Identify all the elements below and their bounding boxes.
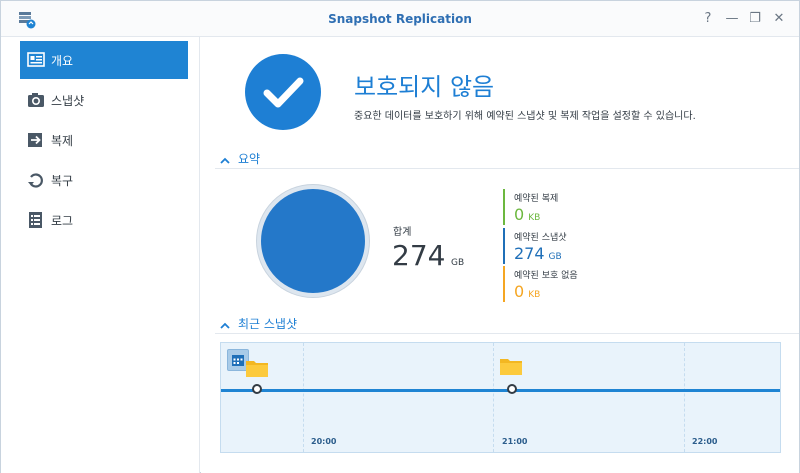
scheduled-snapshot-stat: 예약된 스냅샷 274 GB bbox=[503, 228, 633, 264]
recent-snapshots-section-header[interactable]: 최근 스냅샷 bbox=[215, 314, 799, 334]
summary-section-label: 요약 bbox=[238, 152, 261, 166]
window-title: Snapshot Replication bbox=[328, 12, 472, 26]
stat-label: 예약된 보호 없음 bbox=[514, 271, 578, 281]
timeline-time-label: 21:00 bbox=[502, 437, 528, 446]
maximize-button[interactable]: ❐ bbox=[746, 10, 764, 28]
overview-icon bbox=[27, 51, 45, 69]
replication-icon bbox=[27, 131, 45, 149]
snapshot-marker[interactable] bbox=[507, 384, 517, 394]
sidebar-item-label: 복제 bbox=[51, 134, 74, 148]
close-button[interactable]: ✕ bbox=[770, 10, 788, 28]
total-value: 274 bbox=[392, 239, 446, 272]
chevron-up-icon bbox=[219, 152, 231, 164]
minimize-button[interactable]: — bbox=[723, 10, 741, 28]
stat-label: 예약된 복제 bbox=[514, 194, 559, 204]
timeline-gridline bbox=[684, 343, 685, 452]
camera-icon bbox=[27, 91, 45, 109]
sidebar-item-recovery[interactable]: 복구 bbox=[20, 161, 188, 199]
storage-donut-chart bbox=[257, 185, 369, 297]
timeline-gridline bbox=[303, 343, 304, 452]
sidebar-item-label: 스냅샷 bbox=[51, 94, 85, 108]
sidebar-item-snapshot[interactable]: 스냅샷 bbox=[20, 81, 188, 119]
summary-section-header[interactable]: 요약 bbox=[215, 149, 799, 169]
timeline-gridline bbox=[493, 343, 494, 452]
snapshot-folder-icon[interactable] bbox=[499, 356, 523, 376]
sidebar-item-replication[interactable]: 복제 bbox=[20, 121, 188, 159]
app-window: Snapshot Replication ? — ❐ ✕ 개요 스냅샷 복제 복… bbox=[0, 0, 800, 473]
unprotected-stat: 예약된 보호 없음 0 KB bbox=[503, 266, 633, 302]
snapshot-folder-icon[interactable] bbox=[245, 358, 269, 378]
stat-value: 274 GB bbox=[514, 244, 562, 263]
total-unit: GB bbox=[451, 258, 465, 268]
title-bar[interactable]: Snapshot Replication ? — ❐ ✕ bbox=[1, 1, 799, 37]
status-check-icon bbox=[245, 54, 321, 130]
timeline-axis bbox=[221, 389, 780, 392]
stat-value: 0 KB bbox=[514, 282, 541, 301]
sidebar-item-label: 개요 bbox=[51, 54, 74, 68]
help-button[interactable]: ? bbox=[699, 10, 717, 28]
recovery-icon bbox=[27, 171, 45, 189]
scheduled-replication-stat: 예약된 복제 0 KB bbox=[503, 189, 633, 225]
total-label: 합계 bbox=[393, 227, 412, 238]
protection-status-title: 보호되지 않음 bbox=[354, 73, 495, 101]
stat-label: 예약된 스냅샷 bbox=[514, 233, 567, 243]
chevron-up-icon bbox=[219, 317, 231, 329]
log-icon bbox=[27, 211, 45, 229]
snapshot-timeline[interactable]: 20:00 21:00 22:00 bbox=[220, 342, 781, 453]
recent-snapshots-section-label: 최근 스냅샷 bbox=[238, 317, 298, 331]
sidebar-item-label: 복구 bbox=[51, 174, 74, 188]
overview-panel: 보호되지 않음 중요한 데이터를 보호하기 위해 예약된 스냅샷 및 복제 작업… bbox=[201, 37, 799, 473]
sidebar-item-log[interactable]: 로그 bbox=[20, 201, 188, 239]
sidebar-item-label: 로그 bbox=[51, 214, 74, 228]
timeline-time-label: 22:00 bbox=[692, 437, 718, 446]
sidebar-item-overview[interactable]: 개요 bbox=[20, 41, 188, 79]
protection-status-description: 중요한 데이터를 보호하기 위해 예약된 스냅샷 및 복제 작업을 설정할 수 … bbox=[354, 111, 696, 122]
sidebar: 개요 스냅샷 복제 복구 로그 bbox=[1, 37, 200, 473]
timeline-time-label: 20:00 bbox=[311, 437, 337, 446]
stat-value: 0 KB bbox=[514, 205, 541, 224]
snapshot-marker[interactable] bbox=[252, 384, 262, 394]
